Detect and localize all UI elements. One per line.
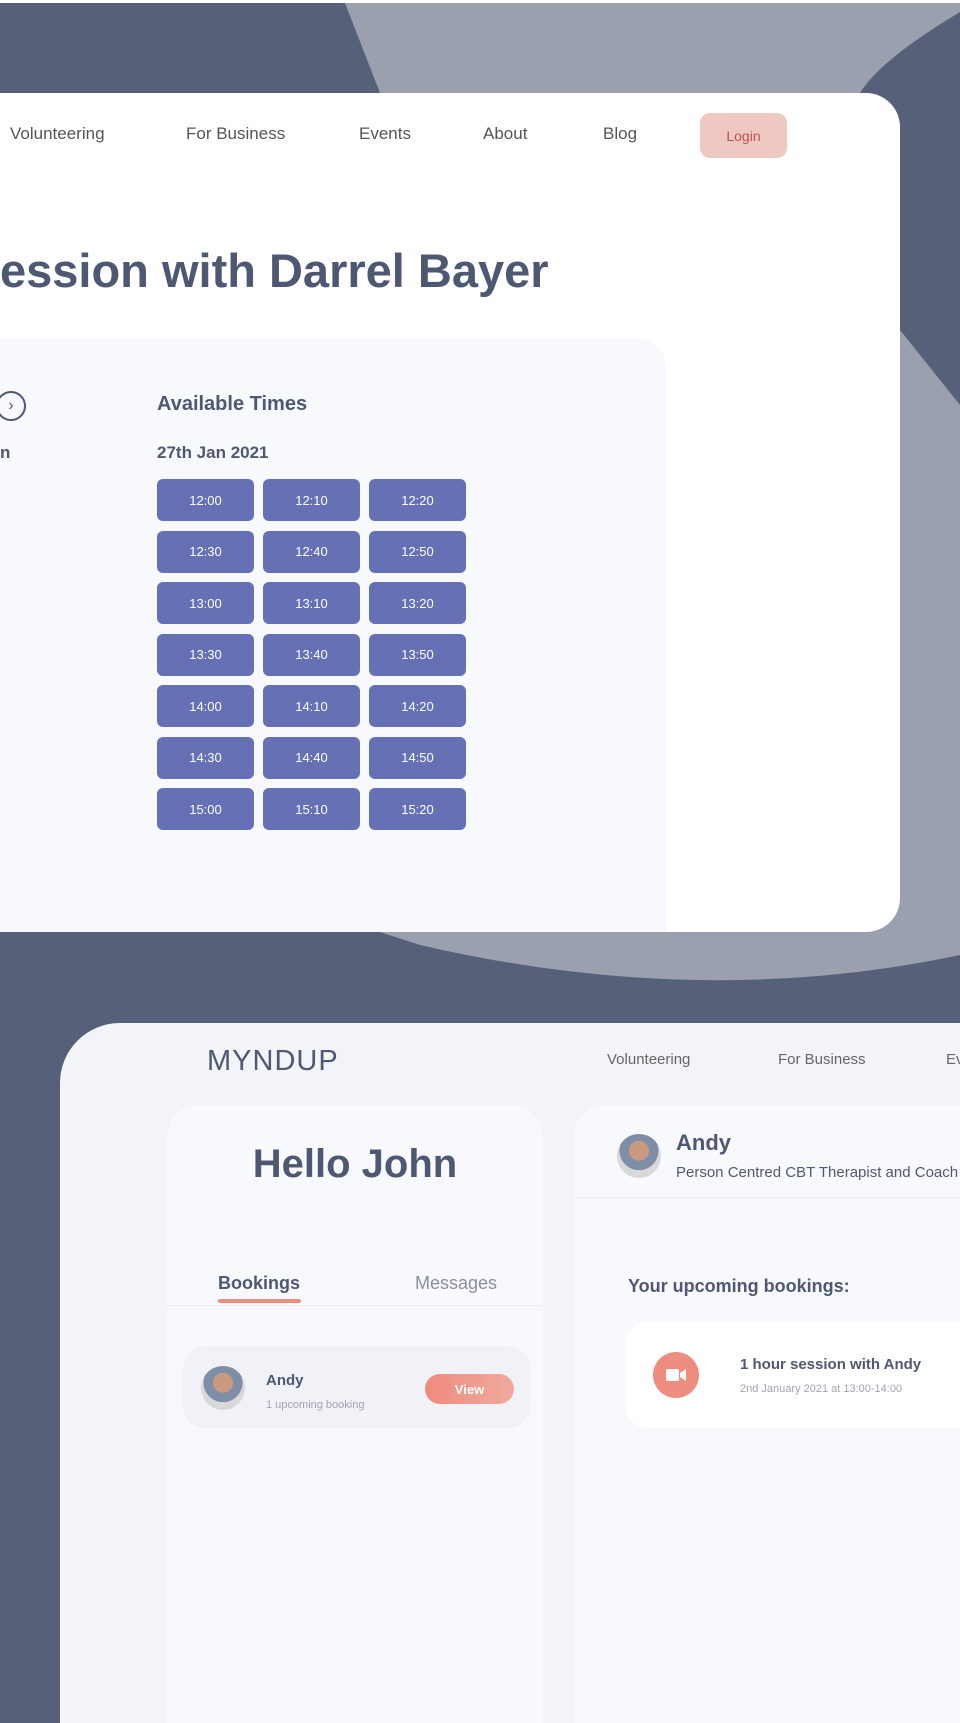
tab-bookings[interactable]: Bookings bbox=[218, 1273, 300, 1294]
booking-card: Volunteering For Business Events About B… bbox=[0, 93, 900, 932]
time-slot-button[interactable]: 14:00 bbox=[157, 685, 254, 727]
avatar bbox=[201, 1366, 245, 1410]
time-slot-button[interactable]: 12:00 bbox=[157, 479, 254, 521]
time-slot-button[interactable]: 15:20 bbox=[369, 788, 466, 830]
time-slot-button[interactable]: 13:10 bbox=[263, 582, 360, 624]
tab-messages[interactable]: Messages bbox=[415, 1273, 497, 1294]
booking-time: 2nd January 2021 at 13:00-14:00 bbox=[740, 1383, 903, 1395]
time-slot-button[interactable]: 12:20 bbox=[369, 479, 466, 521]
selected-date: 27th Jan 2021 bbox=[157, 443, 269, 462]
login-button[interactable]: Login bbox=[700, 113, 787, 158]
time-slot-button[interactable]: 15:10 bbox=[263, 788, 360, 830]
nav-volunteering[interactable]: Volunteering bbox=[607, 1051, 690, 1068]
contact-name: Andy bbox=[266, 1372, 304, 1389]
nav-events[interactable]: Ev bbox=[946, 1051, 960, 1068]
time-slot-button[interactable]: 13:40 bbox=[263, 633, 360, 676]
logo[interactable]: MYNDUP bbox=[207, 1045, 339, 1078]
time-slot-button[interactable]: 13:00 bbox=[157, 582, 254, 624]
upcoming-heading: Your upcoming bookings: bbox=[628, 1276, 850, 1296]
time-slot-button[interactable]: 14:10 bbox=[263, 685, 360, 727]
calendar-month-fragment: n bbox=[0, 443, 11, 462]
time-slot-button[interactable]: 14:40 bbox=[263, 736, 360, 779]
left-panel: Hello John Bookings Messages Andy 1 upco… bbox=[167, 1106, 543, 1723]
time-slot-button[interactable]: 13:20 bbox=[369, 582, 466, 624]
page-title: ession with Darrel Bayer bbox=[0, 244, 549, 297]
profile-name: Andy bbox=[676, 1130, 731, 1155]
view-button[interactable]: View bbox=[425, 1374, 514, 1404]
booking-title: 1 hour session with Andy bbox=[740, 1356, 922, 1373]
avatar bbox=[617, 1134, 661, 1178]
divider bbox=[574, 1197, 960, 1198]
contact-subtitle: 1 upcoming booking bbox=[266, 1399, 365, 1411]
greeting: Hello John bbox=[252, 1142, 458, 1186]
nav-for-business[interactable]: For Business bbox=[186, 124, 285, 144]
booking-card[interactable]: 1 hour session with Andy 2nd January 202… bbox=[626, 1322, 960, 1428]
video-camera-icon bbox=[653, 1352, 699, 1398]
time-slot-button[interactable]: 12:30 bbox=[157, 530, 254, 573]
nav-volunteering[interactable]: Volunteering bbox=[10, 124, 105, 144]
active-tab-underline bbox=[218, 1299, 301, 1303]
time-slot-button[interactable]: 12:50 bbox=[369, 530, 466, 573]
dashboard-card: MYNDUP Volunteering For Business Ev Hell… bbox=[60, 1023, 960, 1723]
divider bbox=[167, 1305, 543, 1306]
time-slot-button[interactable]: 12:40 bbox=[263, 530, 360, 573]
profile-role: Person Centred CBT Therapist and Coach bbox=[676, 1164, 959, 1181]
nav-for-business[interactable]: For Business bbox=[778, 1051, 866, 1068]
available-times-heading: Available Times bbox=[157, 393, 308, 415]
time-slot-button[interactable]: 12:10 bbox=[263, 479, 360, 521]
nav-events[interactable]: Events bbox=[359, 124, 411, 144]
time-slot-button[interactable]: 14:50 bbox=[369, 736, 466, 779]
time-slot-button[interactable]: 14:30 bbox=[157, 736, 254, 779]
time-slot-button[interactable]: 15:00 bbox=[157, 788, 254, 830]
list-item[interactable]: Andy 1 upcoming booking View bbox=[183, 1346, 530, 1428]
time-slot-button[interactable]: 14:20 bbox=[369, 685, 466, 727]
right-panel: Andy Person Centred CBT Therapist and Co… bbox=[574, 1106, 960, 1723]
time-slot-button[interactable]: 13:50 bbox=[369, 633, 466, 676]
time-slot-button[interactable]: 13:30 bbox=[157, 633, 254, 676]
nav-about[interactable]: About bbox=[483, 124, 527, 144]
time-slot-grid: 12:00 12:10 12:20 12:30 12:40 12:50 13:00 13:10… bbox=[157, 479, 466, 830]
nav-blog[interactable]: Blog bbox=[603, 124, 637, 144]
